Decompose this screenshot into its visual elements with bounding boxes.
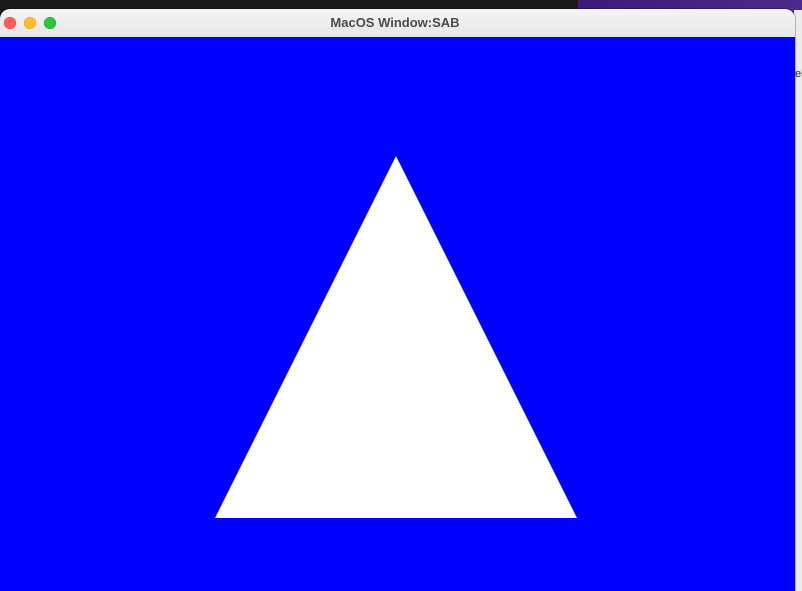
window-title: MacOS Window:SAB	[330, 15, 460, 30]
canvas-svg	[0, 37, 795, 591]
render-canvas[interactable]	[0, 37, 795, 591]
background-window-edge: el	[794, 10, 802, 591]
title-bar[interactable]: MacOS Window:SAB	[0, 9, 795, 38]
app-window: MacOS Window:SAB	[0, 9, 795, 591]
background-window-text: el	[795, 68, 802, 80]
